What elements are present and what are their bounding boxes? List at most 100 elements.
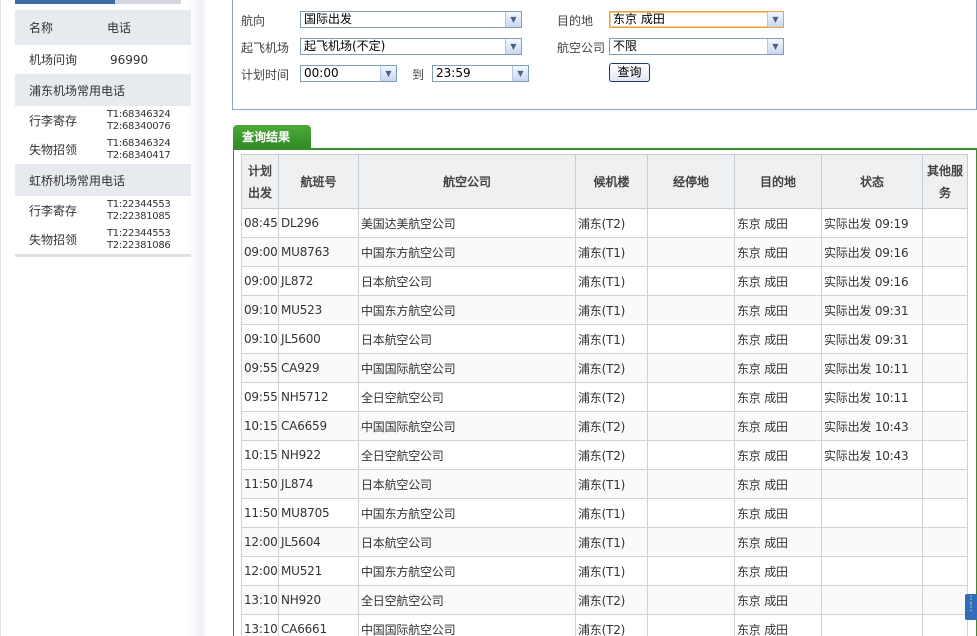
header-name: 名称 xyxy=(15,10,107,45)
airline-cell: 中国东方航空公司 xyxy=(358,556,576,586)
airport-label: 起飞机场 xyxy=(241,41,290,55)
departure-time-cell: 09:00 xyxy=(241,237,279,267)
flight-number-cell: CA6661 xyxy=(278,614,359,636)
via-cell xyxy=(647,440,735,470)
other-services-cell xyxy=(922,556,968,586)
airline-cell: 日本航空公司 xyxy=(358,324,576,354)
other-services-cell xyxy=(922,324,968,354)
terminal-cell: 浦东(T1) xyxy=(575,295,648,325)
sidebar-tab-active[interactable] xyxy=(15,0,115,4)
destination-cell: 东京 成田 xyxy=(734,324,822,354)
terminal-cell: 浦东(T1) xyxy=(575,237,648,267)
chevron-down-icon[interactable]: ▼ xyxy=(505,39,521,54)
flight-number-cell: NH5712 xyxy=(278,382,359,412)
via-cell xyxy=(647,382,735,412)
airport-select[interactable]: 起飞机场(不定) ▼ xyxy=(300,38,522,55)
status-cell: 实际出发 10:43 xyxy=(821,411,923,441)
table-row: 13:10 NH920 全日空航空公司 浦东(T2) 东京 成田 xyxy=(241,585,968,615)
status-cell: 实际出发 09:19 xyxy=(821,208,923,238)
airline-cell: 日本航空公司 xyxy=(358,266,576,296)
departure-time-cell: 10:15 xyxy=(241,440,279,470)
hongqiao-baggage-label: 行李寄存 xyxy=(29,204,78,218)
chevron-down-icon[interactable]: ▼ xyxy=(767,12,783,27)
chevron-down-icon[interactable]: ▼ xyxy=(512,66,528,81)
terminal-cell: 浦东(T1) xyxy=(575,469,648,499)
departure-time-cell: 12:00 xyxy=(241,556,279,586)
destination-cell: 东京 成田 xyxy=(734,382,822,412)
table-row: 09:55 CA929 中国国际航空公司 浦东(T2) 东京 成田 实际出发 10:11 xyxy=(241,353,968,383)
via-cell xyxy=(647,527,735,557)
airport-value: 起飞机场(不定) xyxy=(304,39,386,53)
destination-select[interactable]: 东京 成田 ▼ xyxy=(609,11,784,28)
flight-number-cell: NH920 xyxy=(278,585,359,615)
other-services-cell xyxy=(922,469,968,499)
status-cell: 实际出发 10:11 xyxy=(821,382,923,412)
status-cell xyxy=(821,585,923,615)
results-tab[interactable]: 查询结果 xyxy=(233,125,311,149)
flight-number-cell: CA6659 xyxy=(278,411,359,441)
other-services-cell xyxy=(922,440,968,470)
table-row: 10:15 NH922 全日空航空公司 浦东(T2) 东京 成田 实际出发 10:43 xyxy=(241,440,968,470)
via-cell xyxy=(647,469,735,499)
status-cell xyxy=(821,498,923,528)
chevron-down-icon[interactable]: ▼ xyxy=(767,39,783,54)
departure-time-cell: 09:10 xyxy=(241,324,279,354)
chevron-down-icon[interactable]: ▼ xyxy=(505,12,521,27)
hongqiao-baggage-phone: T1:22344553 T2:22381085 xyxy=(107,196,191,225)
results-header-row: 计划 出发 航班号 航空公司 候机楼 经停地 目的地 状态 其他服务 xyxy=(241,154,968,209)
results-body: 08:45 DL296 美国达美航空公司 浦东(T2) 东京 成田 实际出发 09:19 0… xyxy=(241,208,968,636)
flight-number-cell: MU521 xyxy=(278,556,359,586)
departure-time-cell: 09:00 xyxy=(241,266,279,296)
airline-cell: 全日空航空公司 xyxy=(358,440,576,470)
time-to-select[interactable]: 23:59 ▼ xyxy=(432,65,529,82)
destination-cell: 东京 成田 xyxy=(734,295,822,325)
hongqiao-lost-phone-t1: T1:22344553 xyxy=(107,227,171,239)
other-services-cell xyxy=(922,527,968,557)
phone-row-hongqiao-baggage: 行李寄存 T1:22344553 T2:22381085 xyxy=(15,196,191,225)
direction-select[interactable]: 国际出发 ▼ xyxy=(300,11,522,28)
airline-select[interactable]: 不限 ▼ xyxy=(609,38,784,55)
col-destination: 目的地 xyxy=(734,154,822,209)
destination-cell: 东京 成田 xyxy=(734,266,822,296)
hongqiao-lost-phone: T1:22344553 T2:22381086 xyxy=(107,225,191,254)
via-cell xyxy=(647,585,735,615)
pudong-lost-label: 失物招领 xyxy=(29,143,78,157)
pudong-lost-phone-t2: T2:68340417 xyxy=(107,149,171,161)
airline-cell: 日本航空公司 xyxy=(358,527,576,557)
col-other-services: 其他服务 xyxy=(922,154,968,209)
time-from-select[interactable]: 00:00 ▼ xyxy=(300,65,397,82)
table-row: 10:15 CA6659 中国国际航空公司 浦东(T2) 东京 成田 实际出发 10:43 xyxy=(241,411,968,441)
phone-row-pudong-lost: 失物招领 T1:68346324 T2:68340417 xyxy=(15,135,191,164)
status-cell xyxy=(821,527,923,557)
airport-phone-table: 名称 电话 机场问询 96990 浦东机场常用电话 行李寄存 T1:683463… xyxy=(15,10,191,254)
query-button[interactable]: 查询 xyxy=(609,63,650,82)
table-row: 11:50 JL874 日本航空公司 浦东(T1) 东京 成田 xyxy=(241,469,968,499)
destination-cell: 东京 成田 xyxy=(734,614,822,636)
destination-label: 目的地 xyxy=(557,14,594,28)
enquiry-phone: 96990 xyxy=(110,52,149,67)
departure-time-cell: 09:55 xyxy=(241,382,279,412)
status-cell xyxy=(821,469,923,499)
status-cell: 实际出发 09:31 xyxy=(821,295,923,325)
airline-cell: 中国东方航空公司 xyxy=(358,237,576,267)
hongqiao-section-title: 虹桥机场常用电话 xyxy=(15,164,191,196)
airline-cell: 美国达美航空公司 xyxy=(358,208,576,238)
departure-time-cell: 09:10 xyxy=(241,295,279,325)
via-cell xyxy=(647,353,735,383)
scroll-handle-icon[interactable]: ⋮ ⋮ xyxy=(965,594,977,620)
destination-cell: 东京 成田 xyxy=(734,353,822,383)
airline-cell: 日本航空公司 xyxy=(358,469,576,499)
terminal-cell: 浦东(T1) xyxy=(575,266,648,296)
phone-row-pudong-baggage: 行李寄存 T1:68346324 T2:68340076 xyxy=(15,106,191,135)
flight-number-cell: CA929 xyxy=(278,353,359,383)
destination-cell: 东京 成田 xyxy=(734,585,822,615)
flight-number-cell: DL296 xyxy=(278,208,359,238)
other-services-cell xyxy=(922,353,968,383)
departure-time-cell: 08:45 xyxy=(241,208,279,238)
via-cell xyxy=(647,266,735,296)
col-flight-number: 航班号 xyxy=(278,154,359,209)
airline-cell: 中国国际航空公司 xyxy=(358,614,576,636)
other-services-cell xyxy=(922,237,968,267)
chevron-down-icon[interactable]: ▼ xyxy=(380,66,396,81)
terminal-cell: 浦东(T1) xyxy=(575,556,648,586)
